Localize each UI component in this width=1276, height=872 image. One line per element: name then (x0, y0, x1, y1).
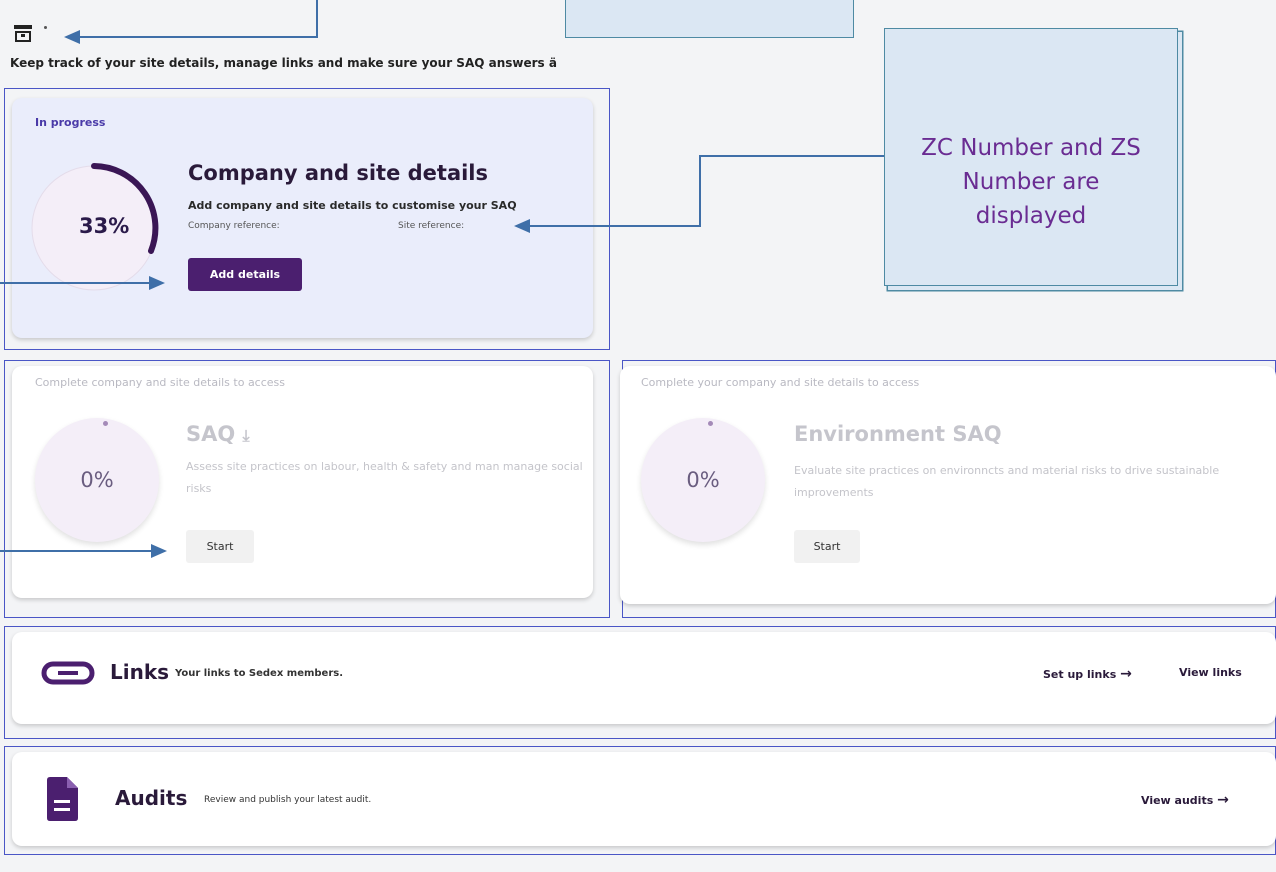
view-links-link[interactable]: View links (1179, 666, 1242, 679)
env-card-title: Environment SAQ (794, 422, 1002, 446)
saq-progress-ring: 0% (35, 418, 159, 542)
saq-title-text: SAQ (186, 422, 236, 446)
page-subtitle: Keep track of your site details, manage … (10, 56, 557, 70)
saq-card-description: Assess site practices on labour, health … (186, 460, 583, 495)
site-reference-label: Site reference: (398, 221, 465, 231)
download-icon[interactable]: ⤓ (243, 426, 250, 445)
links-title: Links (110, 660, 170, 684)
env-start-button[interactable]: Start (794, 530, 860, 563)
annotation-arrow-reference-vertical (699, 155, 701, 227)
store-icon (14, 25, 32, 42)
company-reference-label: Company reference: (188, 221, 280, 231)
env-progress-dot (708, 421, 713, 426)
env-card-description: Evaluate site practices on environncts a… (794, 464, 1220, 499)
company-progress-label: 33% (79, 214, 130, 238)
set-up-links-label: Set up links (1043, 668, 1117, 681)
audits-title: Audits (115, 786, 188, 810)
env-card-status: Complete your company and site details t… (641, 376, 920, 389)
annotation-arrow-start (0, 550, 152, 552)
arrow-head-icon (514, 219, 530, 233)
view-audits-link[interactable]: View audits → (1141, 792, 1229, 808)
set-up-links-link[interactable]: Set up links → (1043, 666, 1132, 682)
arrow-head-icon (151, 544, 167, 558)
links-description: Your links to Sedex members. (175, 668, 344, 679)
arrow-right-icon: → (1120, 666, 1132, 682)
company-card-title: Company and site details (188, 161, 489, 185)
arrow-head-icon (149, 276, 165, 290)
annotation-box-top (565, 0, 854, 38)
audits-description: Review and publish your latest audit. (204, 795, 372, 805)
annotation-arrow-header-horizontal (78, 36, 318, 38)
arrow-head-icon (64, 30, 80, 44)
env-progress-ring: 0% (641, 418, 765, 542)
document-icon (47, 777, 78, 821)
annotation-arrow-add-details (0, 282, 150, 284)
add-details-button[interactable]: Add details (188, 258, 302, 291)
company-card-description: Add company and site details to customis… (188, 199, 517, 212)
saq-progress-dot (103, 421, 108, 426)
saq-card-status: Complete company and site details to acc… (35, 376, 286, 389)
audits-row (12, 752, 1276, 846)
link-icon (41, 661, 95, 685)
company-card-status: In progress (35, 116, 106, 129)
header-dot (44, 26, 47, 29)
annotation-arrow-reference-top (699, 155, 885, 157)
saq-card-title: SAQ ⤓ (186, 422, 250, 446)
arrow-right-icon: → (1217, 792, 1229, 808)
env-progress-label: 0% (686, 468, 720, 492)
saq-progress-label: 0% (80, 468, 114, 492)
view-audits-label: View audits (1141, 794, 1214, 807)
annotation-arrow-header-vertical (316, 0, 318, 37)
annotation-arrow-reference-horizontal (528, 225, 700, 227)
saq-start-button[interactable]: Start (186, 530, 254, 563)
annotation-note-text: ZC Number and ZS Number are displayed (921, 135, 1141, 229)
